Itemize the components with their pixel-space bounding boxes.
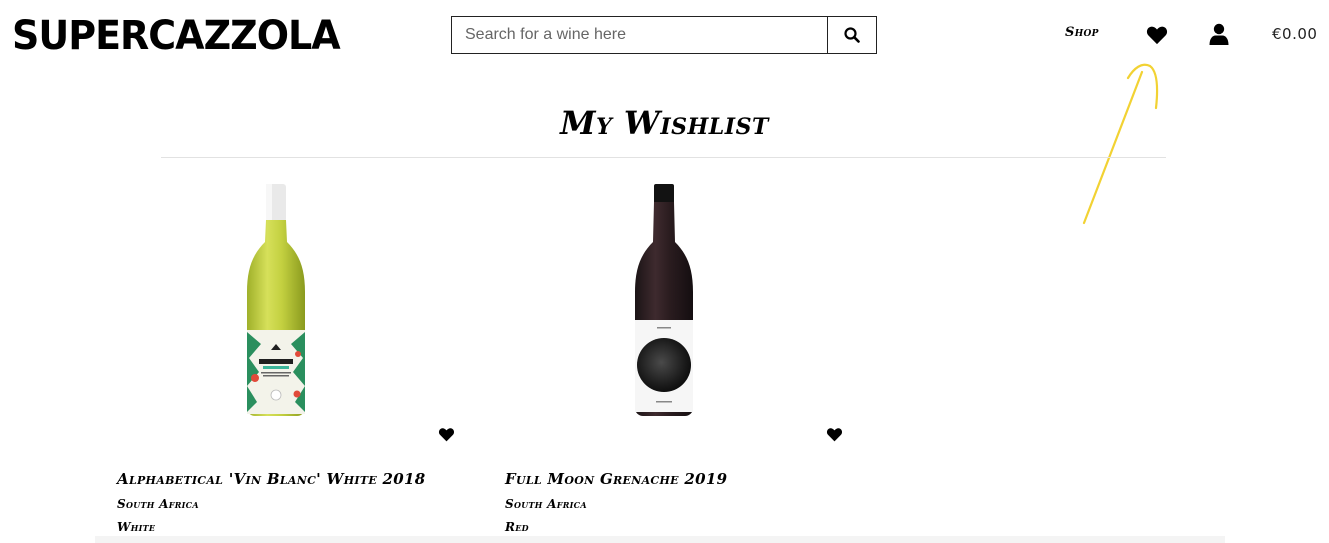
white-wine-bottle-image[interactable]	[241, 182, 311, 416]
search-bar	[451, 16, 877, 54]
nav-shop-link[interactable]: Shop	[1065, 25, 1099, 40]
product-card: Alphabetical 'Vin Blanc' White 2018 Sout…	[117, 176, 467, 543]
product-type: White	[117, 520, 156, 534]
footer-edge	[95, 536, 1225, 543]
annotation-arrow	[1082, 63, 1159, 225]
product-country: South Africa	[117, 497, 199, 511]
heart-icon[interactable]	[826, 427, 843, 442]
user-icon[interactable]	[1209, 23, 1229, 45]
product-name[interactable]: Full Moon Grenache 2019	[505, 470, 727, 488]
page: SUPERCAZZOLA Shop €0.00 My Wishlist	[0, 0, 1329, 543]
search-button[interactable]	[827, 17, 876, 53]
search-icon	[844, 27, 860, 43]
product-card: Full Moon Grenache 2019 South Africa Red	[505, 176, 855, 543]
search-input[interactable]	[452, 17, 827, 53]
cart-total[interactable]: €0.00	[1272, 25, 1317, 43]
heart-icon[interactable]	[1146, 25, 1168, 45]
logo[interactable]: SUPERCAZZOLA	[12, 12, 341, 58]
heart-icon[interactable]	[438, 427, 455, 442]
product-type: Red	[505, 520, 529, 534]
product-name[interactable]: Alphabetical 'Vin Blanc' White 2018	[117, 470, 425, 488]
divider	[161, 157, 1166, 158]
page-title: My Wishlist	[560, 104, 769, 142]
product-country: South Africa	[505, 497, 587, 511]
red-wine-bottle-image[interactable]	[629, 182, 699, 416]
